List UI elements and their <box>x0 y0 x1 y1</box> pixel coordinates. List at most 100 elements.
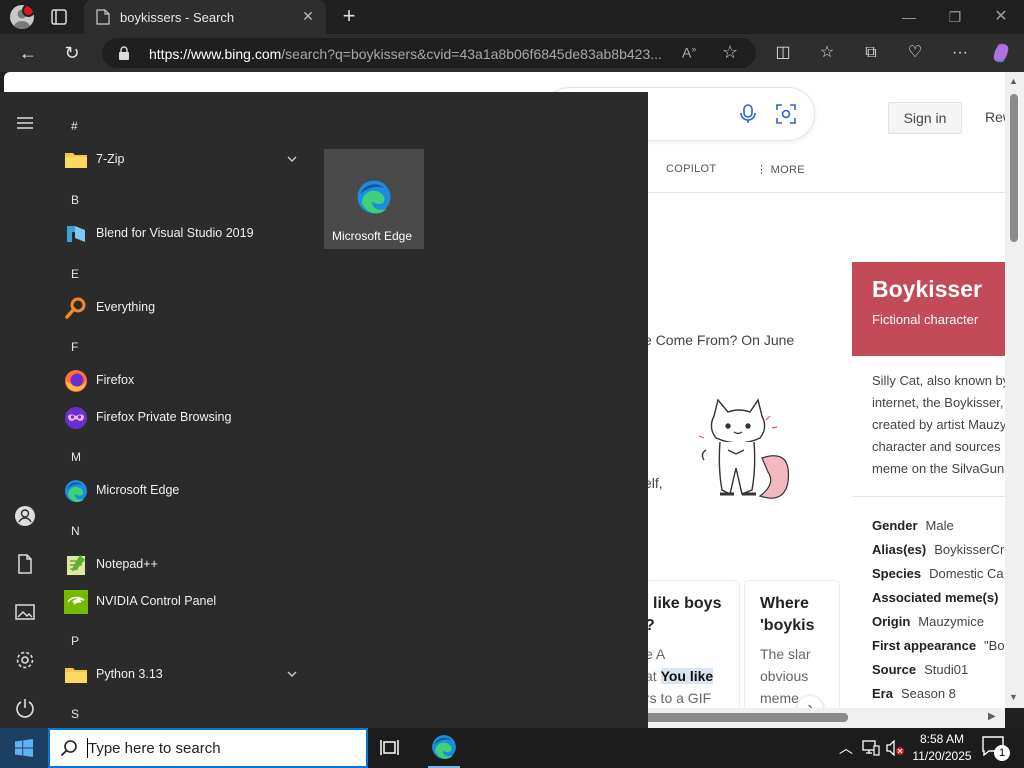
tab-title: boykissers - Search <box>120 10 235 25</box>
pictures-icon[interactable] <box>14 601 36 623</box>
fact-value: BoykisserCr <box>934 542 1005 557</box>
group-letter[interactable]: # <box>71 119 78 133</box>
refresh-button[interactable]: ↻ <box>61 42 83 64</box>
microphone-icon[interactable] <box>740 104 756 124</box>
edge-icon <box>432 735 456 759</box>
group-letter[interactable]: P <box>71 634 79 648</box>
scope-divider <box>644 192 1005 193</box>
app-item-everything[interactable]: Everything <box>48 290 320 326</box>
scope-copilot[interactable]: COPILOT <box>666 163 716 175</box>
notepadpp-icon <box>67 555 85 575</box>
settings-more-icon[interactable]: ··· <box>949 42 971 64</box>
search-icon <box>60 740 77 757</box>
description-line: created by artist Mauzy <box>872 417 1005 432</box>
fact-value[interactable]: Mauzymice <box>918 614 984 629</box>
clock-date: 11/20/2025 <box>912 749 972 763</box>
app-item-microsoft-edge[interactable]: Microsoft Edge <box>48 473 320 509</box>
restore-button[interactable]: ❐ <box>944 6 966 28</box>
fact-value: Male <box>925 518 954 533</box>
fact-value: "Boy <box>984 638 1005 653</box>
card-title-line: like boys <box>653 595 722 612</box>
description-line: meme on the SilvaGunn <box>872 461 1005 476</box>
task-view-icon[interactable] <box>380 737 402 759</box>
app-label: Microsoft Edge <box>96 483 180 497</box>
sign-in-button[interactable]: Sign in <box>888 102 962 134</box>
browser-titlebar: boykissers - Search ✕ + — ❐ ✕ <box>0 0 1024 34</box>
group-letter[interactable]: B <box>71 193 79 207</box>
app-label: 7-Zip <box>96 152 125 166</box>
app-item-nvidia[interactable]: NVIDIA Control Panel <box>48 584 320 620</box>
start-button[interactable] <box>0 728 48 768</box>
folder-icon <box>65 668 87 683</box>
visual-search-icon[interactable] <box>776 104 796 124</box>
address-bar[interactable]: https://www.bing.com/search?q=boykissers… <box>102 38 756 68</box>
taskbar-search-box[interactable]: Type here to search <box>48 728 368 768</box>
tab-actions-icon[interactable] <box>50 8 68 26</box>
favorites-icon[interactable]: ☆ <box>816 42 838 64</box>
scroll-up-arrow-icon[interactable]: ▲ <box>1009 76 1018 86</box>
description-line: Silly Cat, also known by <box>872 373 1005 388</box>
page-icon <box>96 9 110 25</box>
app-item-firefox-private[interactable]: Firefox Private Browsing <box>48 400 320 436</box>
group-letter[interactable]: M <box>71 450 81 464</box>
scroll-down-arrow-icon[interactable]: ▼ <box>1009 692 1018 702</box>
browser-essentials-icon[interactable]: ♡ <box>904 42 926 64</box>
vertical-scroll-thumb[interactable] <box>1010 94 1018 242</box>
network-icon[interactable] <box>862 740 880 756</box>
hamburger-menu-icon[interactable] <box>14 112 36 134</box>
split-screen-icon[interactable]: ◫ <box>772 42 794 64</box>
chevron-down-icon[interactable] <box>286 153 298 165</box>
fact-row: Gender Male <box>872 514 1005 538</box>
close-tab-icon[interactable]: ✕ <box>300 8 316 24</box>
horizontal-scroll-thumb[interactable] <box>644 713 848 722</box>
browser-tab-active[interactable]: boykissers - Search ✕ <box>84 0 326 34</box>
user-account-icon[interactable] <box>14 505 36 527</box>
chevron-down-icon[interactable] <box>286 668 298 680</box>
copilot-icon[interactable] <box>990 42 1012 64</box>
card-highlight: You like <box>660 668 714 684</box>
group-letter[interactable]: S <box>71 707 79 721</box>
new-tab-button[interactable]: + <box>338 5 360 28</box>
app-label: NVIDIA Control Panel <box>96 594 217 608</box>
app-item-firefox[interactable]: Firefox <box>48 363 320 399</box>
knowledge-panel-title[interactable]: Boykisser <box>872 276 982 303</box>
app-item-blend[interactable]: Blend for Visual Studio 2019 <box>48 216 320 252</box>
settings-gear-icon[interactable] <box>14 649 36 671</box>
more-dots-icon: ⋮ <box>756 164 771 176</box>
card-body-line: obvious <box>760 668 809 684</box>
scroll-right-arrow-icon[interactable]: ▶ <box>988 711 996 722</box>
vertical-scrollbar[interactable]: ▲ ▼ <box>1005 72 1024 708</box>
back-button[interactable]: ← <box>17 42 39 64</box>
taskbar-edge-button[interactable] <box>424 728 464 768</box>
scope-more[interactable]: ⋮ MORE <box>756 163 805 176</box>
app-item-notepadpp[interactable]: Notepad++ <box>48 547 320 583</box>
rewards-link[interactable]: Rew <box>985 109 1005 125</box>
app-list[interactable]: # 7-Zip B Blend for Visual Studio 2019 E… <box>48 92 320 728</box>
app-item-python[interactable]: Python 3.13 <box>48 657 320 693</box>
collections-icon[interactable]: ⧉ <box>860 42 882 64</box>
fact-key: Era <box>872 686 893 701</box>
card-body-line: e A <box>645 646 666 662</box>
tile-label: Microsoft Edge <box>332 229 413 243</box>
group-letter[interactable]: F <box>71 340 78 354</box>
start-menu: # 7-Zip B Blend for Visual Studio 2019 E… <box>0 92 648 728</box>
profile-avatar-icon[interactable] <box>10 5 34 29</box>
pinned-tile-microsoft-edge[interactable]: Microsoft Edge <box>324 149 424 249</box>
app-item-7zip[interactable]: 7-Zip <box>48 142 320 178</box>
read-aloud-icon[interactable]: A» <box>682 44 696 61</box>
boykisser-cat-image[interactable] <box>684 398 794 516</box>
notification-center-button[interactable]: 1 <box>982 736 1010 761</box>
lock-icon[interactable] <box>118 46 130 60</box>
fact-value: Studi01 <box>924 662 969 677</box>
documents-icon[interactable] <box>14 553 36 575</box>
show-hidden-icons-chevron-icon[interactable]: ︿ <box>839 738 853 758</box>
group-letter[interactable]: E <box>71 267 79 281</box>
fact-key: Alias(es) <box>872 542 927 557</box>
close-window-button[interactable]: ✕ <box>990 6 1012 28</box>
favorite-star-icon[interactable]: ☆ <box>722 42 738 63</box>
taskbar-clock[interactable]: 8:58 AM 11/20/2025 <box>902 731 982 765</box>
power-icon[interactable] <box>14 697 36 719</box>
group-letter[interactable]: N <box>71 524 80 538</box>
fact-row: Associated meme(s) <box>872 586 1005 610</box>
minimize-button[interactable]: — <box>898 6 920 28</box>
